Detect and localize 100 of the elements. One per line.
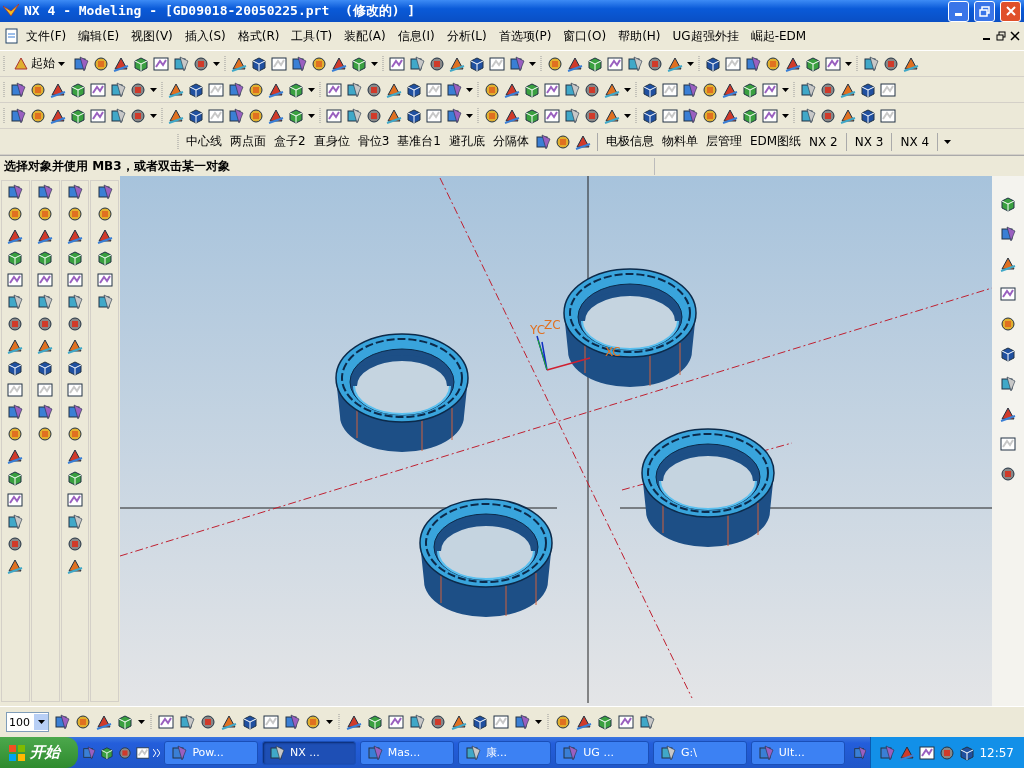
tool-icon[interactable]	[7, 228, 24, 244]
tool-icon[interactable]	[742, 107, 758, 124]
tray-icon[interactable]	[959, 744, 976, 761]
tool-icon[interactable]	[705, 55, 721, 72]
tool-icon[interactable]	[903, 55, 919, 72]
menu-item[interactable]: 窗口(O)	[557, 25, 613, 47]
toolbar-grip-icon[interactable]	[540, 54, 543, 73]
tool-icon[interactable]	[389, 55, 405, 72]
caret-icon[interactable]	[687, 61, 694, 66]
toolbar-text-button[interactable]: 分隔体	[490, 132, 531, 151]
tool-icon[interactable]	[574, 133, 591, 150]
taskbar-button[interactable]: G:\	[653, 740, 747, 765]
tool-icon[interactable]	[96, 294, 113, 310]
tool-icon[interactable]	[7, 294, 24, 310]
app-icon[interactable]	[269, 744, 286, 761]
tool-icon[interactable]	[514, 714, 530, 730]
taskbar-button[interactable]: Ult...	[750, 740, 845, 765]
tool-icon[interactable]	[130, 81, 146, 98]
tool-icon[interactable]	[1000, 226, 1016, 242]
toolbar-text-button[interactable]: 基准台1	[395, 132, 443, 151]
document-icon[interactable]	[4, 28, 20, 44]
tool-icon[interactable]	[702, 107, 718, 124]
toolbar-text-button[interactable]: 两点面	[228, 132, 268, 151]
tool-icon[interactable]	[564, 81, 580, 98]
tool-icon[interactable]	[406, 107, 422, 124]
toolbar-text-button[interactable]: 盒子2	[272, 132, 308, 151]
tool-icon[interactable]	[429, 55, 445, 72]
tool-icon[interactable]	[504, 107, 520, 124]
tool-icon[interactable]	[722, 81, 738, 98]
quick-launch-icon[interactable]	[135, 744, 150, 761]
tool-icon[interactable]	[50, 81, 66, 98]
tool-icon[interactable]	[484, 107, 500, 124]
tool-icon[interactable]	[1000, 196, 1016, 212]
menu-item[interactable]: 文件(F)	[20, 25, 73, 47]
tool-icon[interactable]	[469, 55, 485, 72]
tool-icon[interactable]	[564, 107, 580, 124]
toolbar-grip-icon[interactable]	[161, 106, 164, 125]
tool-icon[interactable]	[555, 714, 571, 730]
menu-item[interactable]: UG超强外挂	[666, 25, 745, 47]
toolbar-text-button[interactable]: 避孔底	[446, 132, 487, 151]
tool-icon[interactable]	[524, 107, 540, 124]
tool-icon[interactable]	[66, 250, 83, 266]
tool-icon[interactable]	[173, 55, 189, 72]
menu-item[interactable]: 视图(V)	[125, 25, 179, 47]
tool-icon[interactable]	[820, 81, 836, 98]
tool-icon[interactable]	[554, 133, 571, 150]
tool-icon[interactable]	[66, 228, 83, 244]
tool-icon[interactable]	[153, 55, 169, 72]
toolbar-grip-icon[interactable]	[161, 80, 164, 99]
tool-icon[interactable]	[179, 714, 195, 730]
tool-icon[interactable]	[800, 81, 816, 98]
caret-icon[interactable]	[326, 720, 333, 724]
tool-icon[interactable]	[231, 55, 247, 72]
tool-icon[interactable]	[576, 714, 592, 730]
tool-icon[interactable]	[647, 55, 663, 72]
tool-icon[interactable]	[524, 81, 540, 98]
toolbar-grip-icon[interactable]	[793, 106, 796, 125]
tool-icon[interactable]	[618, 714, 634, 730]
app-icon[interactable]	[464, 744, 481, 761]
tool-icon[interactable]	[597, 714, 613, 730]
toolbar-grip-icon[interactable]	[477, 80, 480, 99]
start-menu-button[interactable]: 起始	[10, 54, 69, 73]
tool-icon[interactable]	[7, 514, 24, 530]
tool-icon[interactable]	[168, 107, 184, 124]
toolbar-grip-icon[interactable]	[150, 713, 153, 731]
tool-icon[interactable]	[30, 81, 46, 98]
caret-icon[interactable]	[624, 113, 631, 118]
tool-icon[interactable]	[702, 81, 718, 98]
tool-icon[interactable]	[7, 272, 24, 288]
tool-icon[interactable]	[484, 81, 500, 98]
tool-icon[interactable]	[388, 714, 404, 730]
tool-icon[interactable]	[472, 714, 488, 730]
caret-icon[interactable]	[308, 113, 315, 118]
tool-icon[interactable]	[66, 360, 83, 376]
toolbar-text-button[interactable]: NX 3	[852, 133, 886, 150]
tool-icon[interactable]	[326, 81, 342, 98]
tool-icon[interactable]	[504, 81, 520, 98]
tool-icon[interactable]	[409, 714, 425, 730]
tool-icon[interactable]	[66, 294, 83, 310]
restore-icon[interactable]	[996, 31, 1006, 41]
tool-icon[interactable]	[386, 107, 402, 124]
tool-icon[interactable]	[113, 55, 129, 72]
tray-icon[interactable]	[919, 744, 936, 761]
tool-icon[interactable]	[547, 55, 563, 72]
menu-item[interactable]: 插入(S)	[178, 25, 232, 47]
tool-icon[interactable]	[860, 81, 876, 98]
tool-icon[interactable]	[70, 81, 86, 98]
toolbar-grip-icon[interactable]	[3, 54, 6, 73]
tool-icon[interactable]	[1000, 376, 1016, 392]
tool-icon[interactable]	[268, 81, 284, 98]
tool-icon[interactable]	[66, 338, 83, 354]
close-button[interactable]	[1000, 0, 1021, 22]
tool-icon[interactable]	[785, 55, 801, 72]
tool-icon[interactable]	[10, 81, 26, 98]
caret-icon[interactable]	[150, 113, 157, 118]
toolbar-grip-icon[interactable]	[698, 54, 701, 73]
tool-icon[interactable]	[37, 250, 54, 266]
tool-icon[interactable]	[37, 404, 54, 420]
taskbar-button[interactable]: NX ...	[262, 740, 356, 765]
tool-icon[interactable]	[110, 107, 126, 124]
